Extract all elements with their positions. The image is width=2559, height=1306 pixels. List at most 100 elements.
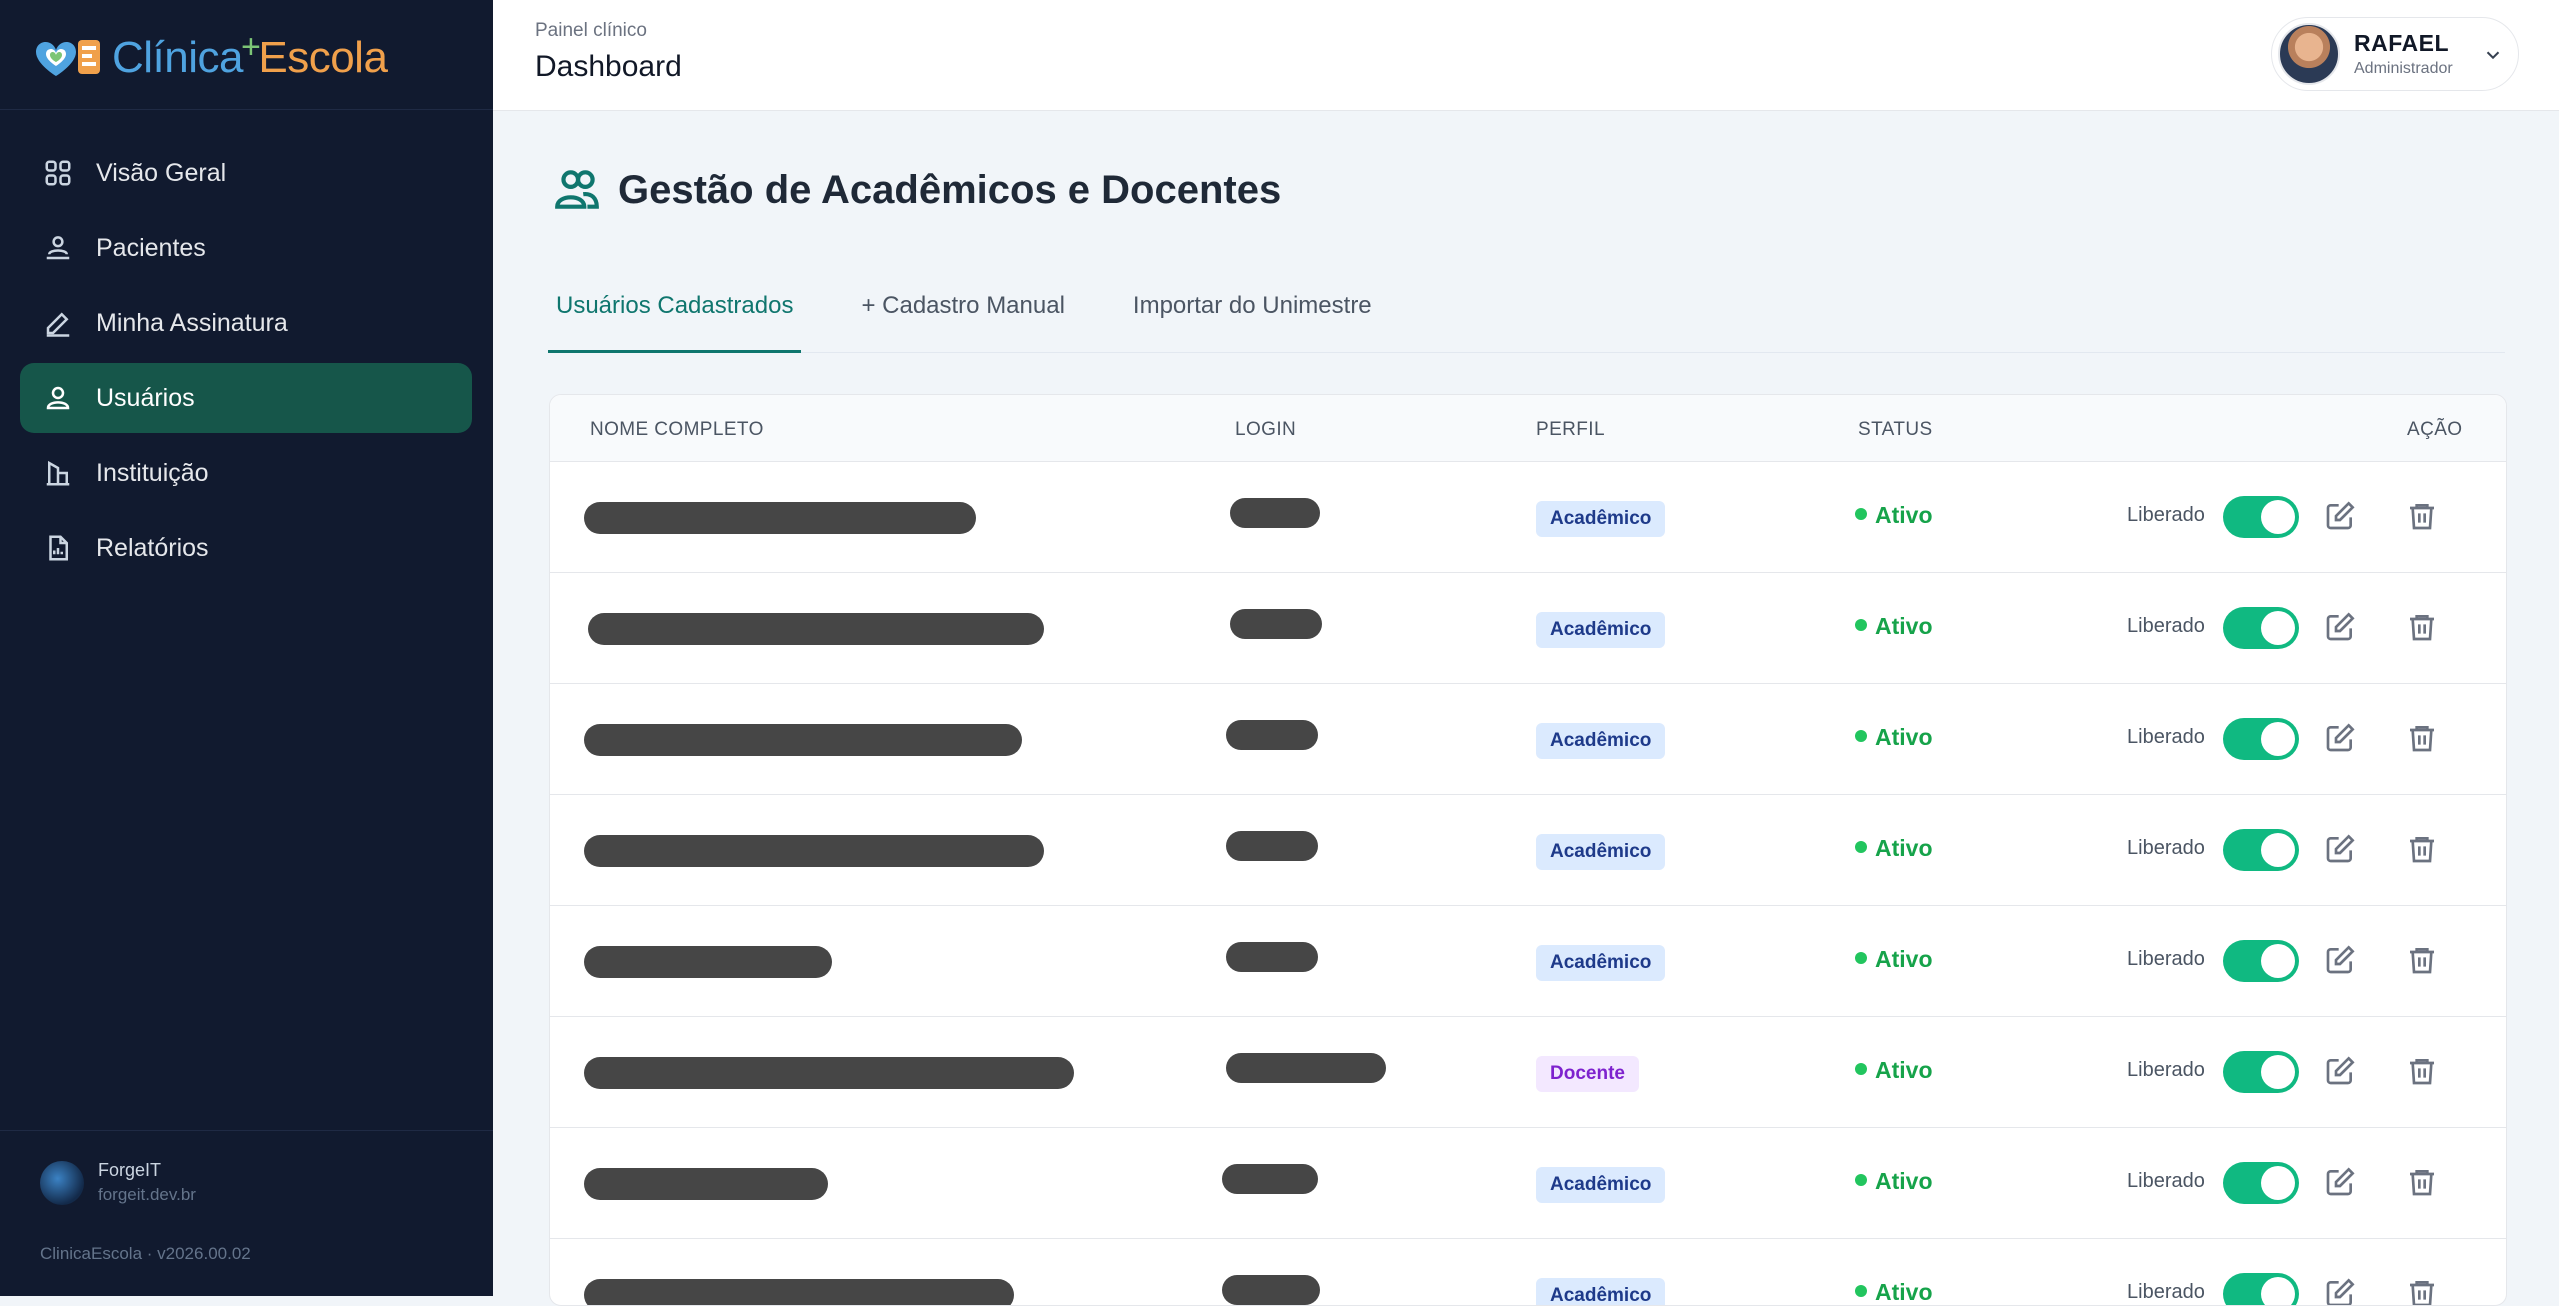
table-row: Acadêmico Ativo Liberado <box>550 573 2506 684</box>
trash-icon[interactable] <box>2406 500 2440 534</box>
table-row: Acadêmico Ativo Liberado <box>550 462 2506 573</box>
sidebar-item-instituicao[interactable]: Instituição <box>20 438 472 508</box>
sidebar-divider <box>0 109 493 110</box>
toggle-knob <box>2261 1277 2295 1305</box>
trash-icon[interactable] <box>2406 611 2440 645</box>
sidebar-item-visao-geral[interactable]: Visão Geral <box>20 138 472 208</box>
liberado-toggle[interactable] <box>2223 829 2299 871</box>
liberado-toggle[interactable] <box>2223 1162 2299 1204</box>
status-dot-icon <box>1855 730 1867 742</box>
trash-icon[interactable] <box>2406 944 2440 978</box>
logo-plus-icon: + <box>241 28 261 66</box>
users-table: NOME COMPLETO LOGIN PERFIL STATUS AÇÃO A… <box>549 394 2507 1306</box>
liberado-label: Liberado <box>2127 1170 2205 1192</box>
table-row: Acadêmico Ativo Liberado <box>550 684 2506 795</box>
report-icon <box>42 532 74 564</box>
pen-icon <box>42 307 74 339</box>
edit-icon[interactable] <box>2324 1166 2358 1200</box>
sidebar: Clínica+Escola Visão Geral Pacientes Min… <box>0 0 493 1296</box>
liberado-toggle[interactable] <box>2223 607 2299 649</box>
table-header: NOME COMPLETO LOGIN PERFIL STATUS AÇÃO <box>550 395 2506 462</box>
profile-badge: Acadêmico <box>1536 1278 1666 1305</box>
column-header-perfil[interactable]: PERFIL <box>1536 419 1605 441</box>
tab-importar-unimestre[interactable]: Importar do Unimestre <box>1125 280 1380 340</box>
sidebar-item-pacientes[interactable]: Pacientes <box>20 213 472 283</box>
liberado-toggle[interactable] <box>2223 1051 2299 1093</box>
redacted-name <box>584 502 976 534</box>
redacted-name <box>584 724 1022 756</box>
toggle-knob <box>2261 1166 2295 1200</box>
edit-icon[interactable] <box>2324 944 2358 978</box>
trash-icon[interactable] <box>2406 1055 2440 1089</box>
liberado-toggle[interactable] <box>2223 1273 2299 1305</box>
status-dot-icon <box>1855 508 1867 520</box>
status-badge: Ativo <box>1855 502 1933 529</box>
table-row: Docente Ativo Liberado <box>550 1017 2506 1128</box>
column-header-nome[interactable]: NOME COMPLETO <box>590 419 764 441</box>
edit-icon[interactable] <box>2324 500 2358 534</box>
status-badge: Ativo <box>1855 835 1933 862</box>
trash-icon[interactable] <box>2406 722 2440 756</box>
column-header-status[interactable]: STATUS <box>1858 419 1933 441</box>
table-row: Acadêmico Ativo Liberado <box>550 1128 2506 1239</box>
app-logo[interactable]: Clínica+Escola <box>30 28 388 88</box>
sidebar-item-label: Visão Geral <box>96 158 227 187</box>
status-dot-icon <box>1855 841 1867 853</box>
edit-icon[interactable] <box>2324 1055 2358 1089</box>
status-dot-icon <box>1855 952 1867 964</box>
sidebar-item-label: Pacientes <box>96 233 206 262</box>
brand-footer[interactable]: ForgeIT forgeit.dev.br <box>40 1160 196 1205</box>
user-icon <box>42 382 74 414</box>
toggle-knob <box>2261 833 2295 867</box>
profile-badge: Acadêmico <box>1536 501 1666 537</box>
tab-cadastro-manual[interactable]: + Cadastro Manual <box>853 280 1072 340</box>
trash-icon[interactable] <box>2406 1166 2440 1200</box>
profile-badge: Docente <box>1536 1056 1639 1092</box>
edit-icon[interactable] <box>2324 833 2358 867</box>
tab-bar: Usuários Cadastrados + Cadastro Manual I… <box>548 280 2505 353</box>
forgeit-logo-icon <box>40 1160 84 1205</box>
liberado-toggle[interactable] <box>2223 718 2299 760</box>
liberado-toggle[interactable] <box>2223 940 2299 982</box>
brand-name: ForgeIT <box>98 1160 162 1180</box>
profile-badge: Acadêmico <box>1536 834 1666 870</box>
status-badge: Ativo <box>1855 1168 1933 1195</box>
redacted-login <box>1230 609 1322 639</box>
redacted-name <box>584 1168 828 1200</box>
status-dot-icon <box>1855 1174 1867 1186</box>
edit-icon[interactable] <box>2324 611 2358 645</box>
building-icon <box>42 457 74 489</box>
liberado-toggle[interactable] <box>2223 496 2299 538</box>
sidebar-item-label: Instituição <box>96 458 209 487</box>
sidebar-item-label: Usuários <box>96 383 195 412</box>
toggle-knob <box>2261 1055 2295 1089</box>
toggle-knob <box>2261 611 2295 645</box>
redacted-login <box>1226 831 1318 861</box>
status-dot-icon <box>1855 1063 1867 1075</box>
status-text: Ativo <box>1875 613 1933 639</box>
redacted-name <box>588 613 1044 645</box>
redacted-login <box>1226 942 1318 972</box>
sidebar-item-relatorios[interactable]: Relatórios <box>20 513 472 583</box>
tab-usuarios-cadastrados[interactable]: Usuários Cadastrados <box>548 280 802 353</box>
edit-icon[interactable] <box>2324 1277 2358 1305</box>
column-header-login[interactable]: LOGIN <box>1235 419 1296 441</box>
status-text: Ativo <box>1875 835 1933 861</box>
redacted-login <box>1222 1275 1320 1305</box>
status-text: Ativo <box>1875 946 1933 972</box>
sidebar-item-minha-assinatura[interactable]: Minha Assinatura <box>20 288 472 358</box>
trash-icon[interactable] <box>2406 1277 2440 1305</box>
liberado-label: Liberado <box>2127 1059 2205 1081</box>
edit-icon[interactable] <box>2324 722 2358 756</box>
user-name: RAFAEL <box>2354 30 2449 56</box>
status-text: Ativo <box>1875 724 1933 750</box>
user-menu-button[interactable]: RAFAEL Administrador <box>2271 17 2519 91</box>
page-heading: Gestão de Acadêmicos e Docentes <box>552 165 1281 215</box>
sidebar-item-usuarios[interactable]: Usuários <box>20 363 472 433</box>
page-title: Gestão de Acadêmicos e Docentes <box>618 167 1282 212</box>
toggle-knob <box>2261 500 2295 534</box>
trash-icon[interactable] <box>2406 833 2440 867</box>
header-title: Dashboard <box>535 50 682 83</box>
status-badge: Ativo <box>1855 724 1933 751</box>
liberado-label: Liberado <box>2127 948 2205 970</box>
